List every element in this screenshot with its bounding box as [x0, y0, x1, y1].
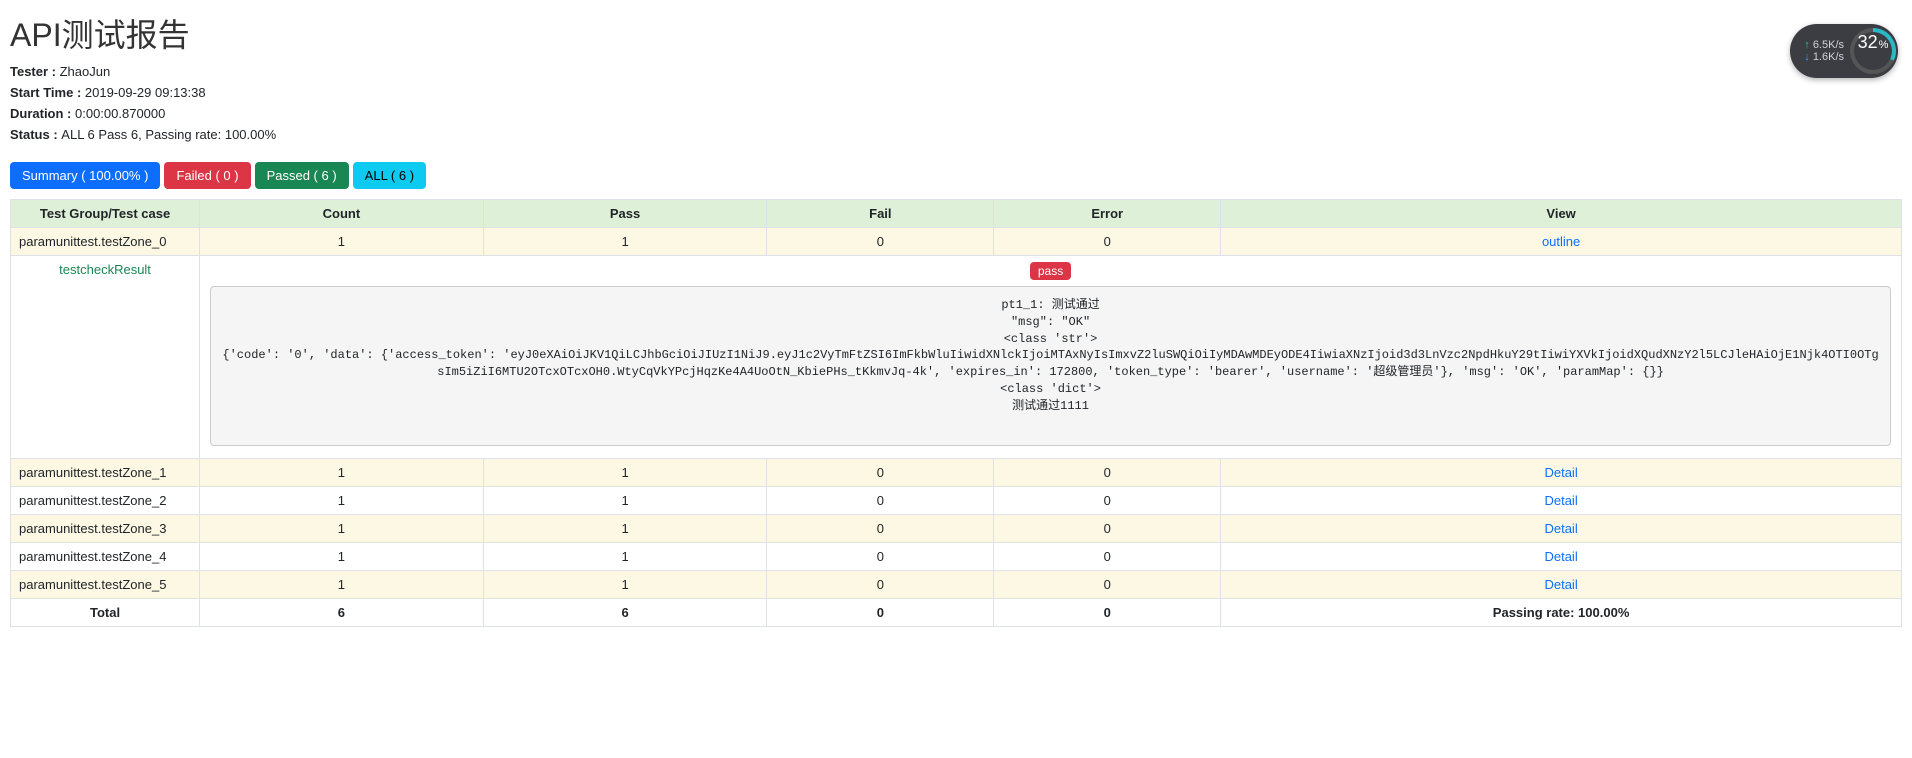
row-view: Detail — [1221, 571, 1902, 599]
case-detail-cell: pass pt1_1: 测试通过 "msg": "OK" <class 'str'… — [200, 256, 1902, 459]
row-view: Detail — [1221, 543, 1902, 571]
row-name: paramunittest.testZone_4 — [11, 543, 200, 571]
table-row: paramunittest.testZone_31100Detail — [11, 515, 1902, 543]
status-label: Status : — [10, 127, 61, 142]
row-view: Detail — [1221, 487, 1902, 515]
row-count: 1 — [200, 571, 484, 599]
row-view: Detail — [1221, 459, 1902, 487]
row-pass: 1 — [483, 515, 767, 543]
page-title: API测试报告 — [10, 10, 1902, 56]
net-rates: 6.5K/s 1.6K/s — [1804, 39, 1844, 63]
row-view: Detail — [1221, 515, 1902, 543]
row-pass: 1 — [483, 228, 767, 256]
col-count: Count — [200, 200, 484, 228]
total-fail: 0 — [767, 599, 994, 627]
tab-failed[interactable]: Failed ( 0 ) — [164, 162, 250, 189]
view-link[interactable]: outline — [1542, 234, 1580, 249]
row-error: 0 — [994, 228, 1221, 256]
case-link[interactable]: testcheckResult — [19, 262, 191, 277]
row-error: 0 — [994, 515, 1221, 543]
col-pass: Pass — [483, 200, 767, 228]
duration-label: Duration : — [10, 106, 75, 121]
tab-summary[interactable]: Summary ( 100.00% ) — [10, 162, 160, 189]
rate-up: 6.5K/s — [1804, 39, 1844, 51]
row-pass: 1 — [483, 571, 767, 599]
view-link[interactable]: Detail — [1544, 577, 1577, 592]
row-error: 0 — [994, 543, 1221, 571]
row-pass: 1 — [483, 487, 767, 515]
row-name: paramunittest.testZone_0 — [11, 228, 200, 256]
tab-all[interactable]: ALL ( 6 ) — [353, 162, 426, 189]
row-fail: 0 — [767, 515, 994, 543]
perf-widget: 6.5K/s 1.6K/s 32 % — [1790, 24, 1898, 78]
row-name: paramunittest.testZone_5 — [11, 571, 200, 599]
row-error: 0 — [994, 459, 1221, 487]
table-row: paramunittest.testZone_51100Detail — [11, 571, 1902, 599]
table-row: paramunittest.testZone_11100Detail — [11, 459, 1902, 487]
tester-value: ZhaoJun — [60, 64, 111, 79]
row-count: 1 — [200, 228, 484, 256]
rate-down: 1.6K/s — [1804, 51, 1844, 63]
status-badge: pass — [1030, 262, 1071, 280]
row-fail: 0 — [767, 487, 994, 515]
table-row: paramunittest.testZone_21100Detail — [11, 487, 1902, 515]
view-link[interactable]: Detail — [1544, 493, 1577, 508]
row-fail: 0 — [767, 228, 994, 256]
total-error: 0 — [994, 599, 1221, 627]
total-pass: 6 — [483, 599, 767, 627]
tab-passed[interactable]: Passed ( 6 ) — [255, 162, 349, 189]
total-count: 6 — [200, 599, 484, 627]
row-count: 1 — [200, 515, 484, 543]
usage-ring: 32 % — [1850, 28, 1896, 74]
view-link[interactable]: Detail — [1544, 521, 1577, 536]
col-name: Test Group/Test case — [11, 200, 200, 228]
row-error: 0 — [994, 487, 1221, 515]
status-value: ALL 6 Pass 6, Passing rate: 100.00% — [61, 127, 276, 142]
row-pass: 1 — [483, 459, 767, 487]
row-count: 1 — [200, 459, 484, 487]
row-fail: 0 — [767, 571, 994, 599]
row-error: 0 — [994, 571, 1221, 599]
table-header-row: Test Group/Test case Count Pass Fail Err… — [11, 200, 1902, 228]
start-label: Start Time : — [10, 85, 85, 100]
duration-value: 0:00:00.870000 — [75, 106, 165, 121]
row-count: 1 — [200, 543, 484, 571]
tester-label: Tester : — [10, 64, 60, 79]
col-error: Error — [994, 200, 1221, 228]
usage-value: 32 % — [1854, 32, 1892, 70]
total-rate: Passing rate: 100.00% — [1221, 599, 1902, 627]
table-row: paramunittest.testZone_41100Detail — [11, 543, 1902, 571]
row-view: outline — [1221, 228, 1902, 256]
row-fail: 0 — [767, 459, 994, 487]
row-name: paramunittest.testZone_2 — [11, 487, 200, 515]
start-value: 2019-09-29 09:13:38 — [85, 85, 206, 100]
col-view: View — [1221, 200, 1902, 228]
view-link[interactable]: Detail — [1544, 549, 1577, 564]
row-fail: 0 — [767, 543, 994, 571]
filter-tabs: Summary ( 100.00% ) Failed ( 0 ) Passed … — [10, 162, 1902, 189]
case-output: pt1_1: 测试通过 "msg": "OK" <class 'str'> {'… — [210, 286, 1891, 446]
view-link[interactable]: Detail — [1544, 465, 1577, 480]
report-meta: Tester : ZhaoJun Start Time : 2019-09-29… — [10, 64, 1902, 142]
total-label: Total — [11, 599, 200, 627]
table-row: paramunittest.testZone_01100outline — [11, 228, 1902, 256]
row-name: paramunittest.testZone_3 — [11, 515, 200, 543]
row-count: 1 — [200, 487, 484, 515]
case-name-cell: testcheckResult — [11, 256, 200, 459]
col-fail: Fail — [767, 200, 994, 228]
row-pass: 1 — [483, 543, 767, 571]
row-name: paramunittest.testZone_1 — [11, 459, 200, 487]
case-row: testcheckResult pass pt1_1: 测试通过 "msg": "O… — [11, 256, 1902, 459]
total-row: Total6600Passing rate: 100.00% — [11, 599, 1902, 627]
results-table: Test Group/Test case Count Pass Fail Err… — [10, 199, 1902, 627]
